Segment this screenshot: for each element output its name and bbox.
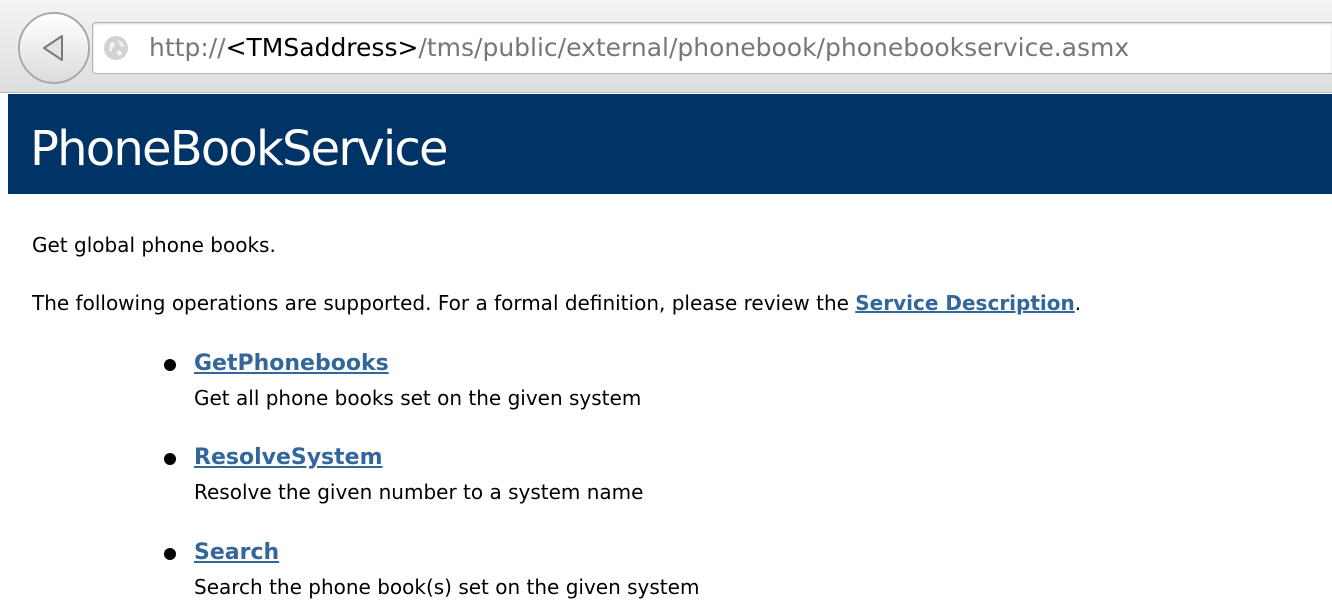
- operation-description: Search the phone book(s) set on the give…: [194, 575, 700, 599]
- back-arrow-icon: [43, 35, 63, 61]
- url-text: http://<TMSaddress>/tms/public/external/…: [149, 32, 1129, 64]
- operation-link-getphonebooks[interactable]: GetPhonebooks: [194, 350, 389, 378]
- bullet-icon: [164, 548, 176, 560]
- operation-description: Get all phone books set on the given sys…: [194, 386, 642, 410]
- page-header: PhoneBookService: [8, 94, 1332, 194]
- browser-toolbar: http://<TMSaddress>/tms/public/external/…: [0, 0, 1332, 93]
- operation-description: Resolve the given number to a system nam…: [194, 480, 644, 504]
- bullet-icon: [164, 453, 176, 465]
- back-button[interactable]: [18, 12, 90, 84]
- operation-link-search[interactable]: Search: [194, 539, 279, 567]
- service-description-text: Get global phone books.: [32, 233, 276, 257]
- url-prefix: http://: [149, 33, 226, 62]
- page-title: PhoneBookService: [30, 121, 449, 177]
- operations-intro-end: .: [1074, 291, 1082, 315]
- url-host: <TMSaddress>: [225, 33, 419, 62]
- operations-intro: The following operations are supported. …: [32, 289, 1081, 317]
- operations-intro-text: The following operations are supported. …: [32, 291, 856, 315]
- service-description-link[interactable]: Service Description: [855, 291, 1074, 315]
- url-path: /tms/public/external/phonebook/phonebook…: [418, 33, 1130, 62]
- globe-icon: [104, 36, 128, 60]
- bullet-icon: [164, 359, 176, 371]
- address-bar[interactable]: http://<TMSaddress>/tms/public/external/…: [92, 22, 1332, 74]
- operation-link-resolvesystem[interactable]: ResolveSystem: [194, 444, 383, 472]
